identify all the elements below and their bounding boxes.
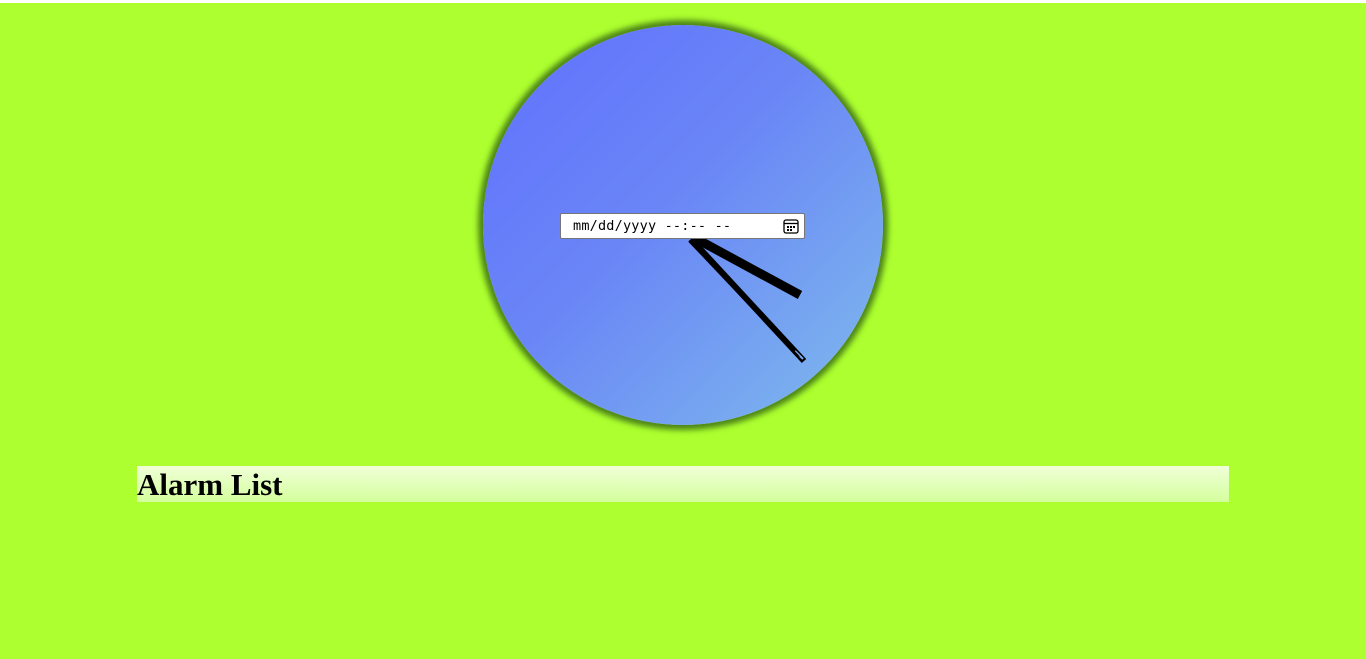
minute-hand (688, 236, 807, 364)
alarm-list-title: Alarm List (137, 467, 283, 502)
page-background: mm/dd/yyyy --:-- -- Alarm List (0, 3, 1366, 659)
second-hand (688, 240, 800, 358)
alarm-list-header: Alarm List (137, 466, 1229, 502)
alarm-datetime-placeholder[interactable]: mm/dd/yyyy --:-- -- (573, 218, 782, 234)
calendar-icon[interactable] (782, 217, 800, 235)
alarm-datetime-input[interactable]: mm/dd/yyyy --:-- -- (560, 213, 805, 239)
hour-hand (690, 233, 803, 299)
